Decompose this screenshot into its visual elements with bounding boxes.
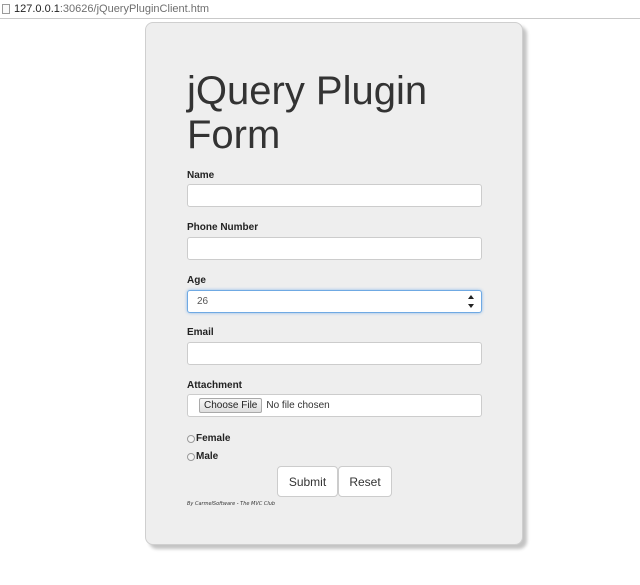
name-label: Name [187,170,215,181]
submit-button[interactable]: Submit [277,466,338,497]
choose-file-button[interactable]: Choose File [199,398,263,413]
address-bar[interactable]: 127.0.0.1:30626/jQueryPluginClient.htm [0,0,640,19]
attachment-label: Attachment [187,380,243,391]
url-host: 127.0.0.1 [14,3,60,15]
radio-female-label: Female [196,433,231,444]
radio-male-label: Male [196,451,219,462]
radio-male[interactable]: Male [187,451,218,462]
form-title: jQuery Plugin Form [187,69,428,157]
url-path: :30626/jQueryPluginClient.htm [59,3,210,15]
email-label: Email [187,327,214,338]
footer-credit: By CarmelSoftware - The MVC Club [187,501,276,507]
phone-label: Phone Number [187,222,259,233]
spin-down-icon[interactable] [467,304,474,308]
radio-circle-icon[interactable] [187,434,195,443]
email-input[interactable] [187,342,482,365]
form-card: jQuery Plugin Form Name Phone Number Age… [145,22,523,545]
page-icon [2,4,10,14]
phone-input[interactable] [187,237,482,260]
reset-button[interactable]: Reset [338,466,392,497]
radio-circle-icon[interactable] [187,452,195,461]
name-input[interactable] [187,184,482,207]
radio-female[interactable]: Female [187,433,230,444]
age-label: Age [187,275,206,286]
spin-up-icon[interactable] [467,295,474,299]
age-number-input[interactable]: 26 [187,290,482,313]
age-value: 26 [197,296,209,307]
file-input[interactable]: Choose File No file chosen [187,394,482,417]
age-spinner[interactable] [467,295,474,308]
file-status: No file chosen [266,400,330,411]
